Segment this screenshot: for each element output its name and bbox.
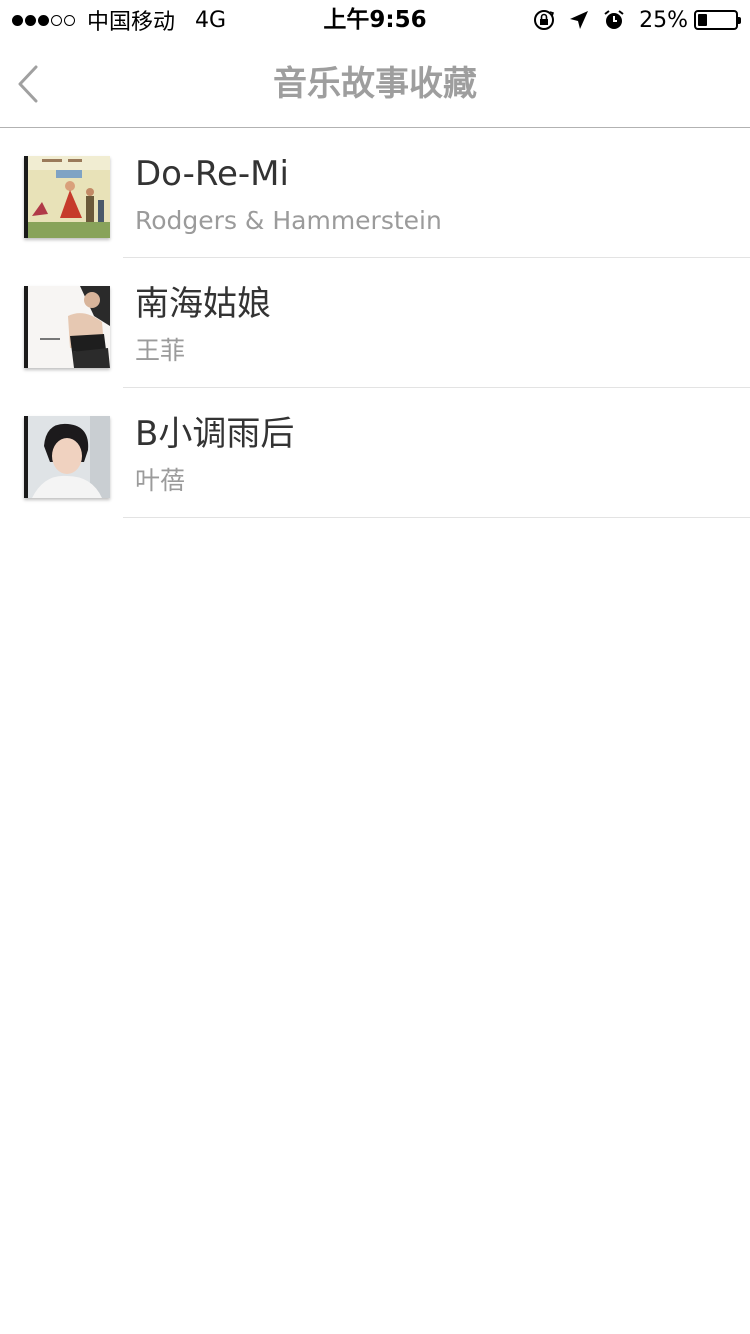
song-title: Do-Re-Mi — [135, 154, 289, 194]
list-item[interactable]: B小调雨后 叶蓓 — [0, 388, 750, 518]
navigation-bar: 音乐故事收藏 — [0, 40, 750, 128]
song-title: 南海姑娘 — [135, 284, 271, 324]
battery-level — [698, 14, 707, 26]
battery-icon — [694, 10, 741, 30]
album-cover-icon — [24, 416, 110, 498]
song-artist: Rodgers & Hammerstein — [135, 206, 442, 235]
album-cover-icon — [24, 286, 110, 368]
song-artist: 王菲 — [135, 336, 186, 365]
battery-percent: 25% — [639, 7, 688, 33]
song-list: Do-Re-Mi Rodgers & Hammerstein 南海姑娘 王菲 B… — [0, 128, 750, 518]
page-title: 音乐故事收藏 — [273, 64, 477, 104]
list-item[interactable]: 南海姑娘 王菲 — [0, 258, 750, 388]
list-item[interactable]: Do-Re-Mi Rodgers & Hammerstein — [0, 128, 750, 258]
orientation-lock-icon — [533, 9, 555, 31]
status-bar: 中国移动 4G 上午9:56 25% — [0, 0, 750, 40]
song-title: B小调雨后 — [135, 414, 295, 454]
status-right: 25% — [533, 6, 741, 34]
alarm-icon — [603, 9, 625, 31]
album-cover-icon — [24, 156, 110, 238]
location-arrow-icon — [569, 10, 589, 30]
song-artist: 叶蓓 — [135, 466, 186, 495]
divider — [123, 517, 750, 518]
